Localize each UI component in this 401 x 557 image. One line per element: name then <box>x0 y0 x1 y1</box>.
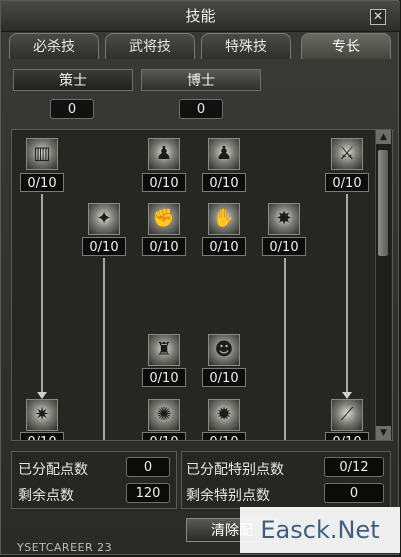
head-silhouette-icon[interactable]: ☻ <box>208 334 240 366</box>
skill-slot[interactable]: ▥ <box>26 138 58 170</box>
skill-level: 0/10 <box>142 368 186 387</box>
special-points-panel: 已分配特别点数 0/12 剩余特别点数 0 <box>181 451 391 509</box>
tree-scrollbar[interactable]: ▲ ▼ <box>375 130 391 440</box>
tab-ultimate[interactable]: 必杀技 <box>9 33 99 59</box>
fist-icon[interactable]: ✊ <box>148 203 180 235</box>
tab-bar: 必杀技 武将技 特殊技 专长 <box>1 33 400 61</box>
skill-slot[interactable]: ♟ <box>148 138 180 170</box>
skill-slot[interactable]: ✦ <box>88 203 120 235</box>
skill-level: 0/10 <box>142 237 186 256</box>
barrel-icon[interactable]: ▥ <box>26 138 58 170</box>
spark-icon[interactable]: ✦ <box>88 203 120 235</box>
skill-level: 0/10 <box>202 173 246 192</box>
orb-icon[interactable]: ✹ <box>208 399 240 431</box>
subtab-strategist[interactable]: 策士 <box>13 69 133 91</box>
guardian-icon[interactable]: ♜ <box>148 334 180 366</box>
skill-level: 0/10 <box>142 173 186 192</box>
claw-icon[interactable]: ✸ <box>268 203 300 235</box>
tree-connector <box>346 194 348 394</box>
skill-slot[interactable]: ♜ <box>148 334 180 366</box>
special-remaining-value: 0 <box>324 483 384 503</box>
allocated-value: 0 <box>126 457 170 477</box>
skill-level: 0/10 <box>202 432 246 440</box>
tab-special[interactable]: 特殊技 <box>201 33 291 59</box>
remaining-label: 剩余点数 <box>18 488 74 504</box>
warrior-dark-icon[interactable]: ♟ <box>208 138 240 170</box>
skill-level: 0/10 <box>82 237 126 256</box>
special-remaining-label: 剩余特别点数 <box>186 488 270 504</box>
scroll-up-icon[interactable]: ▲ <box>376 130 391 144</box>
arrow-down-icon <box>37 392 47 399</box>
arrow-down-icon <box>342 392 352 399</box>
skill-slot[interactable]: ✸ <box>268 203 300 235</box>
skill-slot[interactable]: ⚔ <box>331 138 363 170</box>
skill-level: 0/10 <box>202 237 246 256</box>
blade-slash-icon[interactable]: ⚔ <box>331 138 363 170</box>
strategist-points: 0 <box>50 99 94 119</box>
window-title: 技能 <box>185 7 216 25</box>
special-allocated-value: 0/12 <box>324 457 384 477</box>
skill-slot[interactable]: ✷ <box>26 399 58 431</box>
special-allocated-label: 已分配特别点数 <box>186 462 284 478</box>
skill-tree-panel: ▥ 0/10 ♟ 0/10 ♟ 0/10 ⚔ 0/10 ✦ 0/10 ✊ 0/1… <box>11 129 393 441</box>
close-icon[interactable]: ✕ <box>370 9 386 25</box>
skill-level: 0/10 <box>142 432 186 440</box>
tab-general[interactable]: 武将技 <box>105 33 195 59</box>
tree-connector <box>284 258 286 440</box>
skill-slot[interactable]: ✊ <box>148 203 180 235</box>
skill-slot[interactable]: ✋ <box>208 203 240 235</box>
tree-connector <box>103 258 105 440</box>
warrior-icon[interactable]: ♟ <box>148 138 180 170</box>
skill-level: 0/10 <box>20 173 64 192</box>
aura-icon[interactable]: ✺ <box>148 399 180 431</box>
skill-window: 技能 ✕ 必杀技 武将技 特殊技 专长 策士 博士 0 0 ▥ 0/10 ♟ 0… <box>0 0 400 555</box>
points-panel: 已分配点数 0 剩余点数 120 <box>11 451 177 509</box>
scroll-thumb[interactable] <box>378 150 388 256</box>
skill-slot[interactable]: ✹ <box>208 399 240 431</box>
skill-slot[interactable]: ⟋ <box>331 399 363 431</box>
skill-slot[interactable]: ☻ <box>208 334 240 366</box>
title-bar[interactable]: 技能 ✕ <box>1 1 400 32</box>
slash-icon[interactable]: ⟋ <box>331 399 363 431</box>
footer-text: YSETCAREER 23 <box>17 541 113 554</box>
watermark: Easck.Net <box>240 507 400 553</box>
remaining-value: 120 <box>126 483 170 503</box>
scroll-down-icon[interactable]: ▼ <box>376 426 391 440</box>
punch-icon[interactable]: ✋ <box>208 203 240 235</box>
skill-slot[interactable]: ♟ <box>208 138 240 170</box>
skill-level: 0/10 <box>202 368 246 387</box>
skill-level: 0/10 <box>262 237 306 256</box>
subtab-scholar[interactable]: 博士 <box>141 69 261 91</box>
scholar-points: 0 <box>179 99 223 119</box>
skill-slot[interactable]: ✺ <box>148 399 180 431</box>
skill-level: 0/10 <box>20 432 64 440</box>
allocated-label: 已分配点数 <box>18 462 88 478</box>
burst-icon[interactable]: ✷ <box>26 399 58 431</box>
tab-expertise[interactable]: 专长 <box>301 33 391 59</box>
tree-connector <box>41 194 43 394</box>
skill-level: 0/10 <box>325 432 369 440</box>
skill-level: 0/10 <box>325 173 369 192</box>
